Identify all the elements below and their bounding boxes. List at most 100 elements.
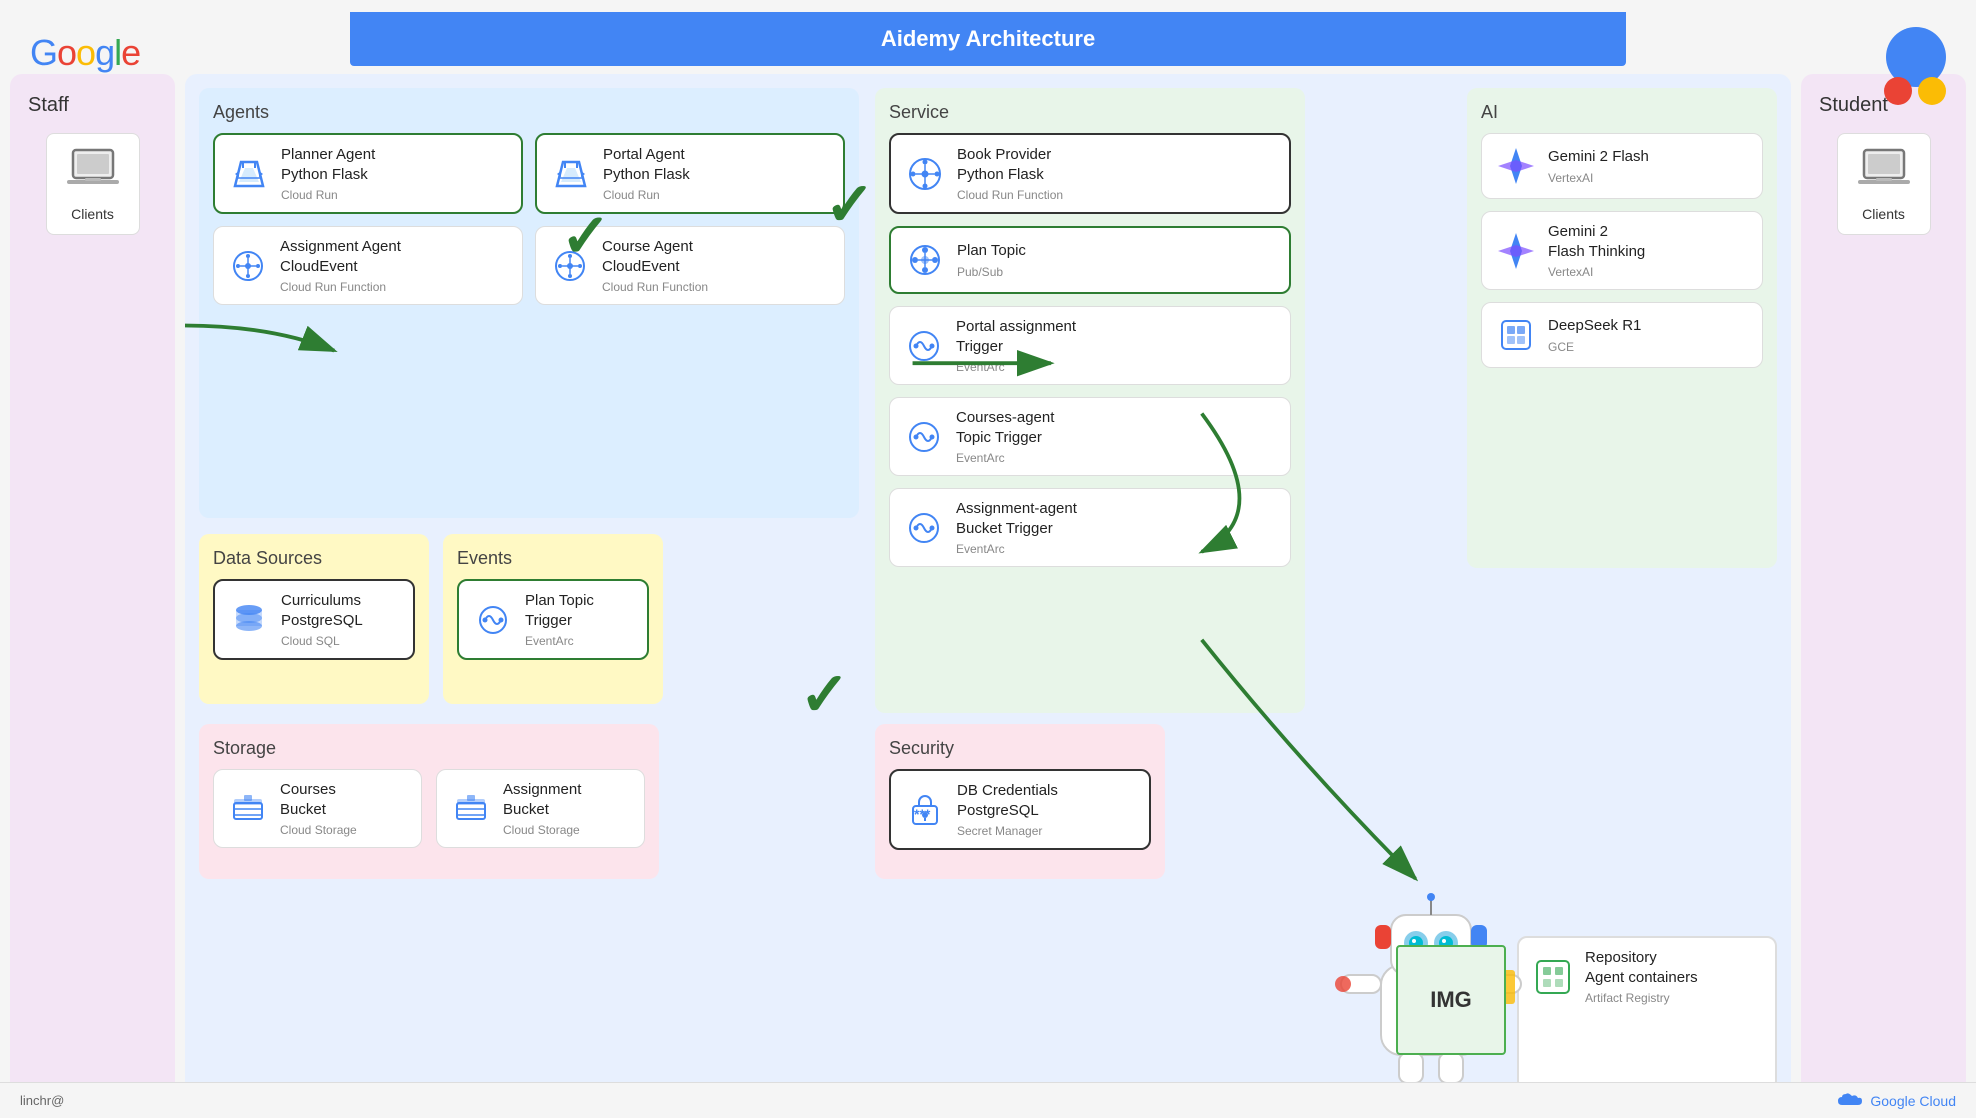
courses-bucket-subtitle: Cloud Storage (280, 823, 357, 837)
assignment-agent-subtitle: Cloud Run Function (280, 280, 401, 294)
agents-section: Agents (199, 88, 859, 518)
db-credentials-card: *** DB CredentialsPostgreSQL Secret Mana… (889, 769, 1151, 850)
secret-icon: *** (903, 788, 947, 832)
courses-bucket-title: CoursesBucket (280, 780, 357, 819)
flask-icon-portal (549, 152, 593, 196)
staff-clients-label: Clients (71, 206, 114, 222)
footer: linchr@ Google Cloud (0, 1082, 1976, 1118)
assignment-bucket-title: AssignmentBucket (503, 780, 581, 819)
curriculums-db-card: CurriculumsPostgreSQL Cloud SQL (213, 579, 415, 660)
plan-topic-card: Plan Topic Pub/Sub (889, 226, 1291, 294)
dot-yellow (1918, 77, 1946, 105)
db-credentials-subtitle: Secret Manager (957, 824, 1058, 838)
storage-section: Storage (199, 724, 659, 879)
db-icon-curriculums (227, 598, 271, 642)
planner-agent-card: Planner AgentPython Flask Cloud Run (213, 133, 523, 214)
plan-topic-trigger-subtitle: EventArc (525, 634, 594, 648)
course-agent-card: Course AgentCloudEvent Cloud Run Functio… (535, 226, 845, 305)
pubsub-icon (903, 238, 947, 282)
center-area: Agents (185, 74, 1791, 1105)
security-label: Security (889, 738, 1151, 759)
gemini-dots (1884, 27, 1946, 105)
course-agent-subtitle: Cloud Run Function (602, 280, 708, 294)
plan-topic-subtitle: Pub/Sub (957, 265, 1026, 279)
gemini-flash-thinking-title: Gemini 2Flash Thinking (1548, 222, 1645, 261)
book-provider-card: Book ProviderPython Flask Cloud Run Func… (889, 133, 1291, 214)
portal-agent-subtitle: Cloud Run (603, 188, 690, 202)
storage-icon-assignment (449, 787, 493, 831)
plan-topic-title: Plan Topic (957, 241, 1026, 261)
book-provider-title: Book ProviderPython Flask (957, 145, 1063, 184)
assignment-bucket-card: AssignmentBucket Cloud Storage (436, 769, 645, 848)
artifact-registry-box: RepositoryAgent containers Artifact Regi… (1517, 936, 1777, 1091)
plan-topic-trigger-title: Plan TopicTrigger (525, 591, 594, 630)
deepseek-title: DeepSeek R1 (1548, 316, 1641, 336)
eventarc-icon-courses (902, 415, 946, 459)
db-credentials-title: DB CredentialsPostgreSQL (957, 781, 1058, 820)
curriculums-db-title: CurriculumsPostgreSQL (281, 591, 363, 630)
portal-assignment-trigger-card: Portal assignmentTrigger EventArc (889, 306, 1291, 385)
datasources-label: Data Sources (213, 548, 415, 569)
laptop-icon-student (1858, 146, 1910, 200)
deepseek-subtitle: GCE (1548, 340, 1641, 354)
storage-icon-courses (226, 787, 270, 831)
planner-agent-subtitle: Cloud Run (281, 188, 375, 202)
courses-bucket-card: CoursesBucket Cloud Storage (213, 769, 422, 848)
assignment-bucket-trigger-subtitle: EventArc (956, 542, 1077, 556)
gemini-flash-card: Gemini 2 Flash VertexAI (1481, 133, 1763, 199)
flask-icon-planner (227, 152, 271, 196)
plan-topic-trigger-card: Plan TopicTrigger EventArc (457, 579, 649, 660)
google-cloud-icon (1834, 1087, 1862, 1115)
svg-text:✓: ✓ (799, 660, 850, 728)
assignment-agent-card: Assignment AgentCloudEvent Cloud Run Fun… (213, 226, 523, 305)
ai-section: AI Gemini 2 Flash VertexAI (1467, 88, 1777, 568)
book-provider-subtitle: Cloud Run Function (957, 188, 1063, 202)
ai-section-label: AI (1481, 102, 1763, 123)
portal-agent-card: Portal AgentPython Flask Cloud Run (535, 133, 845, 214)
storage-label: Storage (213, 738, 645, 759)
staff-title: Staff (20, 94, 69, 117)
eventarc-icon-bucket (902, 506, 946, 550)
student-title: Student (1811, 94, 1888, 117)
datasources-section: Data Sources CurriculumsPostgreSQL Cloud (199, 534, 429, 704)
assignment-agent-title: Assignment AgentCloudEvent (280, 237, 401, 276)
agents-section-label: Agents (213, 102, 845, 123)
svg-text:***: *** (914, 806, 931, 822)
security-section: Security *** DB Credenti (875, 724, 1165, 879)
page-title: Aidemy Architecture (350, 12, 1626, 66)
dot-row (1884, 77, 1946, 105)
gemini-flash-thinking-subtitle: VertexAI (1548, 265, 1645, 279)
gemini-flash-title: Gemini 2 Flash (1548, 147, 1649, 167)
course-agent-title: Course AgentCloudEvent (602, 237, 708, 276)
courses-agent-trigger-card: Courses-agentTopic Trigger EventArc (889, 397, 1291, 476)
deepseek-icon (1494, 313, 1538, 357)
dot-red (1884, 77, 1912, 105)
gemini-icon-flash (1494, 144, 1538, 188)
artifact-registry-title: RepositoryAgent containers (1585, 948, 1698, 987)
student-clients-box: Clients (1837, 133, 1931, 235)
gemini-flash-thinking-card: Gemini 2Flash Thinking VertexAI (1481, 211, 1763, 290)
portal-agent-title: Portal AgentPython Flask (603, 145, 690, 184)
events-label: Events (457, 548, 649, 569)
curriculums-db-subtitle: Cloud SQL (281, 634, 363, 648)
footer-brand-text: Google Cloud (1870, 1093, 1956, 1109)
staff-panel: Staff Clients (10, 74, 175, 1105)
cloud-event-icon-assignment (226, 244, 270, 288)
service-section-label: Service (889, 102, 1291, 123)
planner-agent-title: Planner AgentPython Flask (281, 145, 375, 184)
assignment-bucket-subtitle: Cloud Storage (503, 823, 581, 837)
portal-assignment-trigger-title: Portal assignmentTrigger (956, 317, 1076, 356)
cloud-event-icon-book (903, 152, 947, 196)
service-section: Service (875, 88, 1305, 713)
gemini-flash-subtitle: VertexAI (1548, 171, 1649, 185)
staff-clients-box: Clients (46, 133, 140, 235)
portal-assignment-trigger-subtitle: EventArc (956, 360, 1076, 374)
assignment-agent-bucket-trigger-card: Assignment-agentBucket Trigger EventArc (889, 488, 1291, 567)
courses-agent-trigger-subtitle: EventArc (956, 451, 1054, 465)
laptop-icon-staff (67, 146, 119, 200)
google-logo: Google (30, 32, 140, 74)
events-section: Events Plan TopicTrigger EventArc (443, 534, 663, 704)
student-clients-label: Clients (1862, 206, 1905, 222)
header-bar: Aidemy Architecture (175, 12, 1801, 66)
img-cube: IMG (1396, 945, 1506, 1055)
